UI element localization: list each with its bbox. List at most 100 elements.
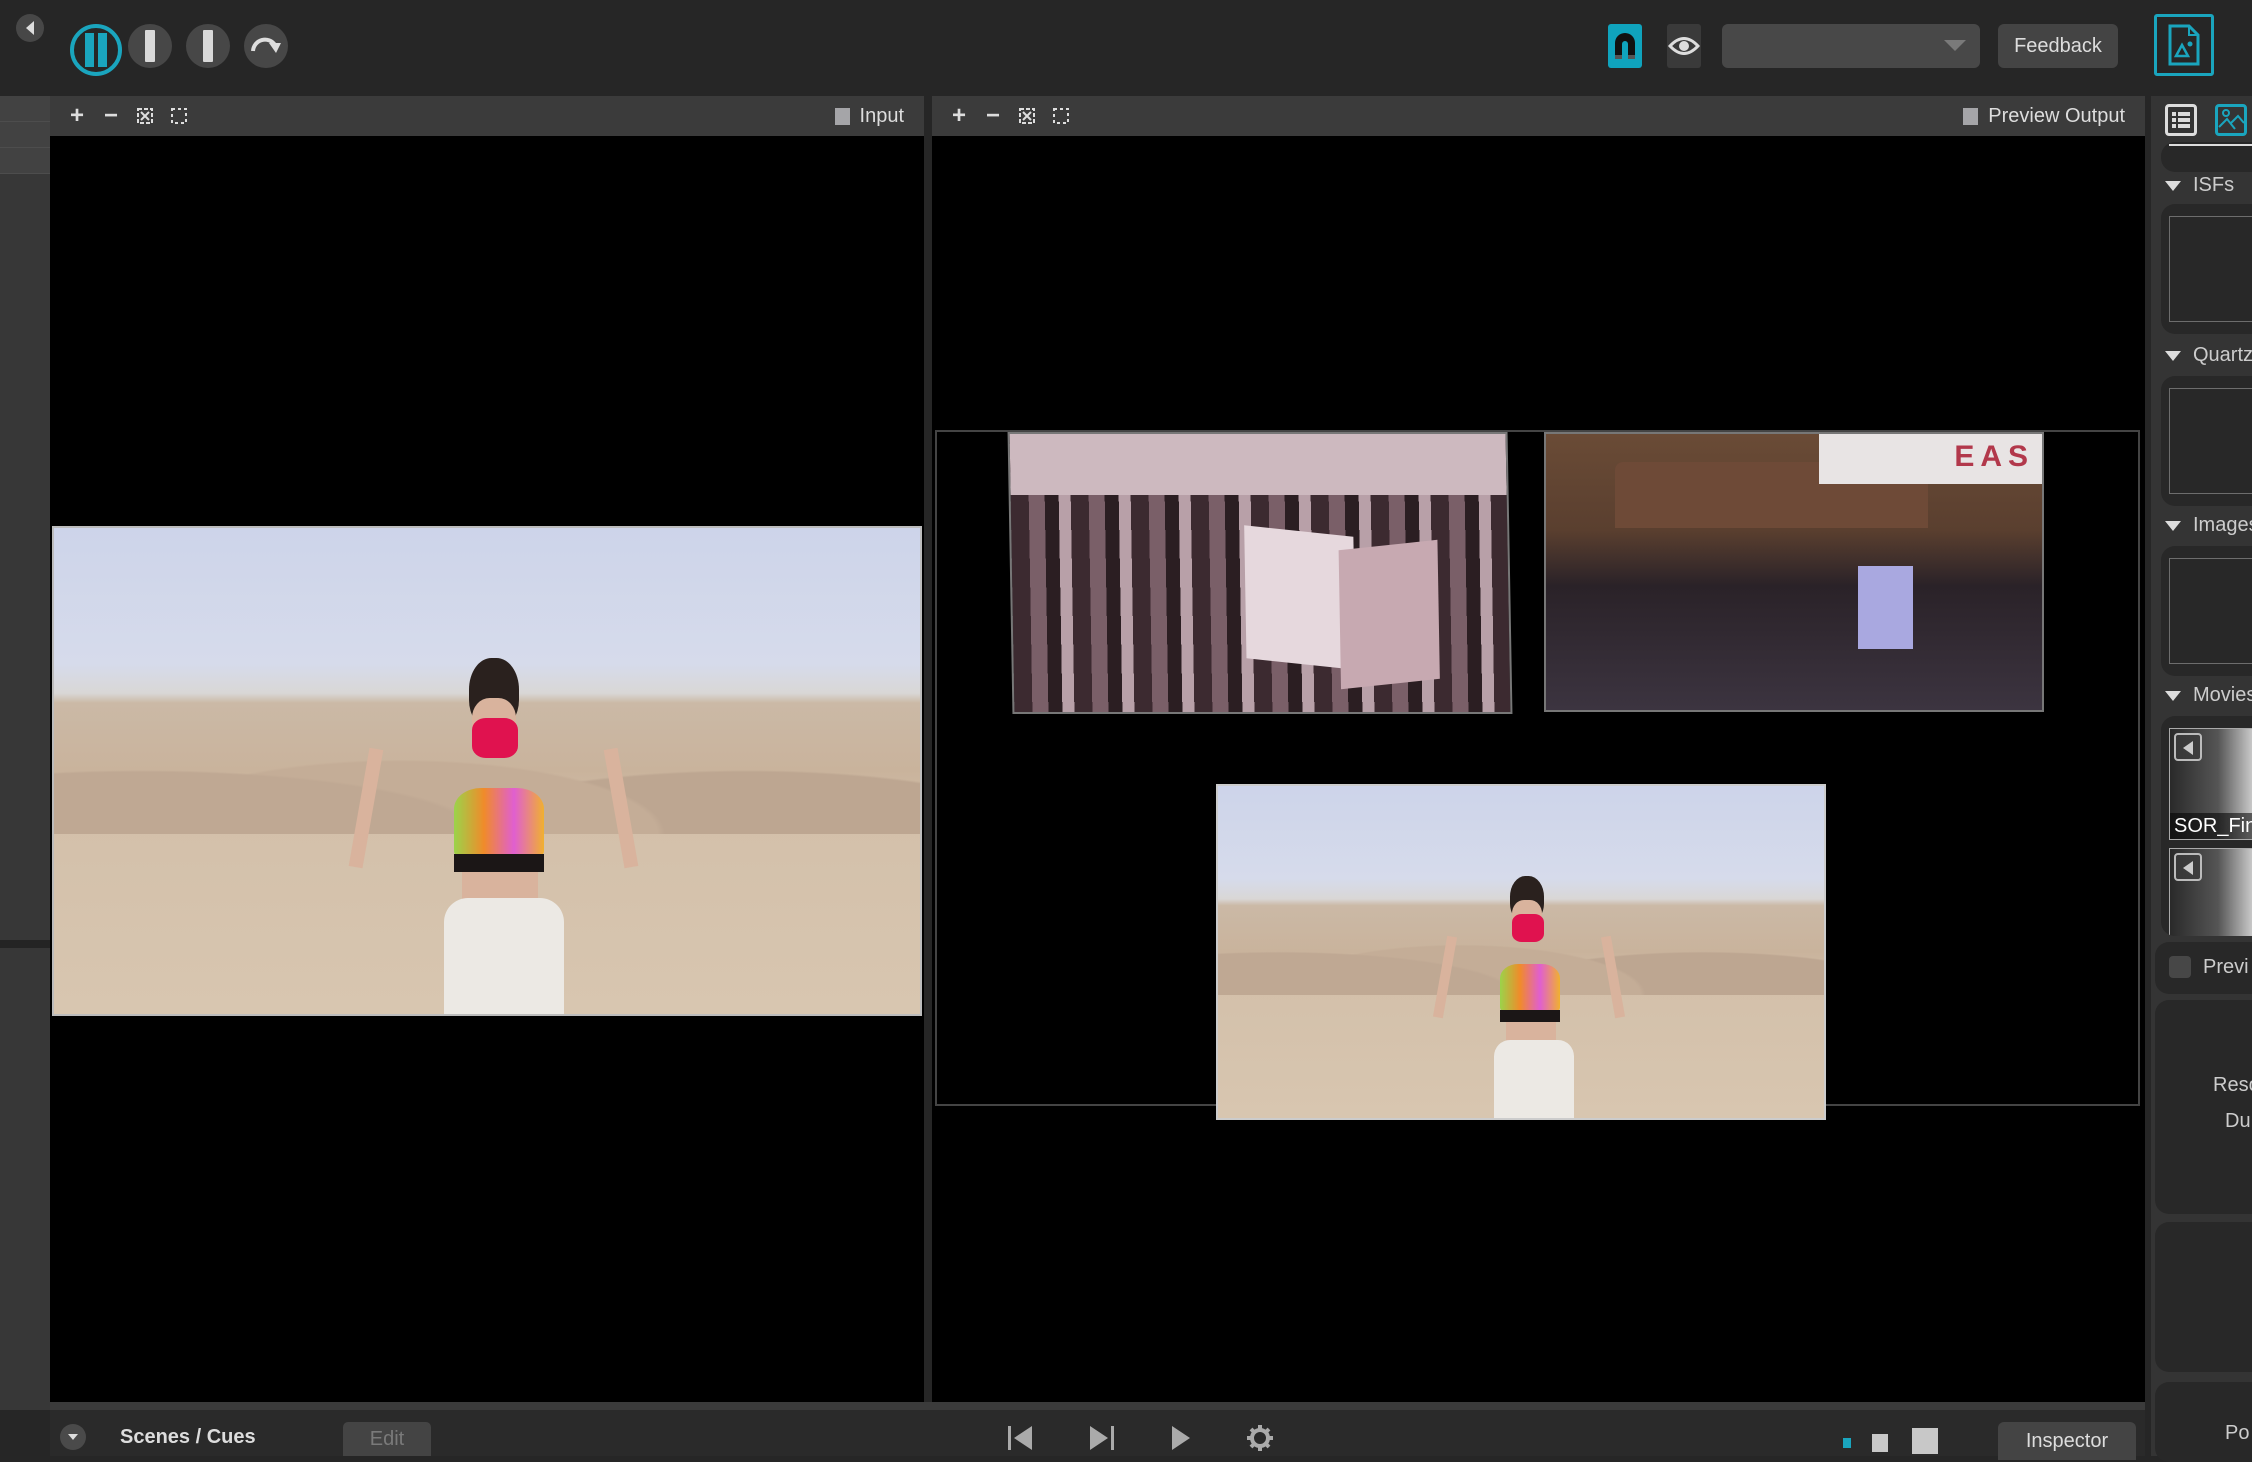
section-title: Images: [2193, 514, 2252, 536]
preview-checkbox[interactable]: [2169, 956, 2191, 978]
step-icon: [145, 30, 155, 62]
section-images[interactable]: Images: [2165, 514, 2252, 537]
isfs-drop-area[interactable]: [2169, 216, 2252, 322]
inspector-button[interactable]: Inspector: [1998, 1422, 2136, 1460]
left-sidebar-row[interactable]: [0, 96, 50, 122]
inspector-panel: ISFs Quartz Images Movies SOR_Fina Previ…: [2145, 96, 2252, 1462]
section-title: ISFs: [2193, 174, 2235, 196]
section-title: Movies: [2193, 684, 2252, 706]
disclosure-triangle-icon: [2165, 180, 2181, 191]
inspector-footer-box: Po: [2155, 1382, 2252, 1462]
movies-list: SOR_Fina: [2161, 716, 2252, 936]
thumb-size-small[interactable]: [1843, 1438, 1851, 1448]
edit-button[interactable]: Edit: [343, 1422, 431, 1456]
quartz-drop-area[interactable]: [2169, 388, 2252, 494]
input-video-frame[interactable]: [52, 526, 922, 1016]
zoom-in-button[interactable]: +: [942, 96, 976, 136]
skip-forward-button[interactable]: [1086, 1424, 1116, 1452]
gear-icon: [1247, 1425, 1273, 1451]
chevron-down-icon: [1944, 40, 1966, 51]
isfs-list: [2161, 204, 2252, 334]
minus-icon: −: [103, 102, 118, 129]
document-image-icon: [2168, 24, 2200, 66]
plus-icon: +: [951, 102, 966, 129]
chevron-left-icon: [26, 21, 34, 35]
section-movies[interactable]: Movies: [2165, 684, 2252, 707]
step-icon: [203, 30, 213, 62]
output-canvas[interactable]: EAS: [932, 136, 2145, 1402]
skip-back-icon: [1008, 1426, 1032, 1450]
collapse-scenes-button[interactable]: [60, 1424, 86, 1450]
top-toolbar: Feedback: [0, 0, 2252, 94]
dancer-figure: [348, 658, 639, 1014]
list-icon: [2172, 112, 2190, 128]
preview-row: Previ: [2155, 942, 2252, 994]
disclosure-triangle-icon: [2165, 690, 2181, 701]
visibility-toggle-button[interactable]: [1667, 24, 1701, 68]
checkbox[interactable]: [834, 107, 850, 125]
snap-toggle-button[interactable]: [1608, 24, 1642, 68]
redo-button[interactable]: [244, 24, 288, 68]
skip-forward-icon: [1090, 1426, 1114, 1450]
play-button[interactable]: [1168, 1424, 1192, 1452]
sidebar-divider[interactable]: [0, 940, 50, 948]
dancer-figure: [1432, 876, 1626, 1118]
play-icon[interactable]: [2174, 733, 2202, 761]
thumb-size-medium[interactable]: [1872, 1434, 1888, 1452]
output-slice-funeral[interactable]: EAS: [1544, 432, 2044, 712]
images-drop-area[interactable]: [2169, 558, 2252, 664]
image-icon: [2218, 109, 2245, 130]
feedback-button[interactable]: Feedback: [1998, 24, 2118, 68]
marquee-icon: [171, 108, 187, 124]
inspector-tab-media[interactable]: [2215, 104, 2247, 136]
output-slice-desert[interactable]: [1216, 784, 1826, 1120]
banner-text: EAS: [1818, 434, 2042, 484]
media-info: Reso Du (: [2155, 1000, 2252, 1214]
pause-icon: [83, 33, 109, 67]
fit-button[interactable]: [1010, 96, 1044, 136]
document-button[interactable]: [2154, 14, 2214, 76]
preview-label: Previ: [2203, 956, 2249, 978]
panel-splitter[interactable]: [924, 96, 932, 1410]
resolution-label: Reso: [2213, 1074, 2252, 1096]
thumb-size-large[interactable]: [1912, 1428, 1938, 1454]
duration-label: Du: [2225, 1110, 2251, 1132]
select-region-button[interactable]: [1044, 96, 1078, 136]
zoom-in-button[interactable]: +: [60, 96, 94, 136]
fit-button[interactable]: [128, 96, 162, 136]
inspector-tab-list[interactable]: [2165, 104, 2197, 136]
inspector-empty-box: [2155, 1222, 2252, 1372]
collapse-left-button[interactable]: [16, 14, 44, 42]
section-quartz[interactable]: Quartz: [2165, 344, 2252, 367]
output-panel-header: + − Preview Output: [932, 96, 2145, 136]
step-button-2[interactable]: [186, 24, 230, 68]
settings-button[interactable]: [1246, 1424, 1274, 1452]
movie-item[interactable]: SOR_Fina: [2169, 728, 2252, 840]
select-region-button[interactable]: [162, 96, 196, 136]
zoom-out-button[interactable]: −: [94, 96, 128, 136]
input-label: Input: [859, 104, 904, 127]
skip-back-button[interactable]: [1006, 1424, 1036, 1452]
play-icon[interactable]: [2174, 853, 2202, 881]
magnet-icon: [1615, 33, 1635, 59]
layout-dropdown[interactable]: [1722, 24, 1980, 68]
step-button-1[interactable]: [128, 24, 172, 68]
input-toggle[interactable]: Input: [834, 96, 904, 136]
section-isfs[interactable]: ISFs: [2165, 174, 2234, 197]
quartz-list: [2161, 376, 2252, 506]
movie-item[interactable]: [2169, 848, 2252, 936]
minus-icon: −: [985, 102, 1000, 129]
left-sidebar-row[interactable]: [0, 122, 50, 148]
zoom-out-button[interactable]: −: [976, 96, 1010, 136]
checkbox[interactable]: [1963, 107, 1979, 125]
images-list: [2161, 546, 2252, 676]
output-slice-protest[interactable]: [1007, 432, 1513, 714]
left-sidebar-row[interactable]: [0, 148, 50, 174]
disclosure-triangle-icon: [2165, 520, 2181, 531]
preview-output-toggle[interactable]: Preview Output: [1963, 96, 2125, 136]
input-canvas[interactable]: [50, 136, 924, 1402]
section-title: Quartz: [2193, 344, 2252, 366]
disclosure-triangle-icon: [2165, 350, 2181, 361]
fit-to-view-icon: [1019, 108, 1035, 124]
pause-button[interactable]: [70, 24, 122, 76]
